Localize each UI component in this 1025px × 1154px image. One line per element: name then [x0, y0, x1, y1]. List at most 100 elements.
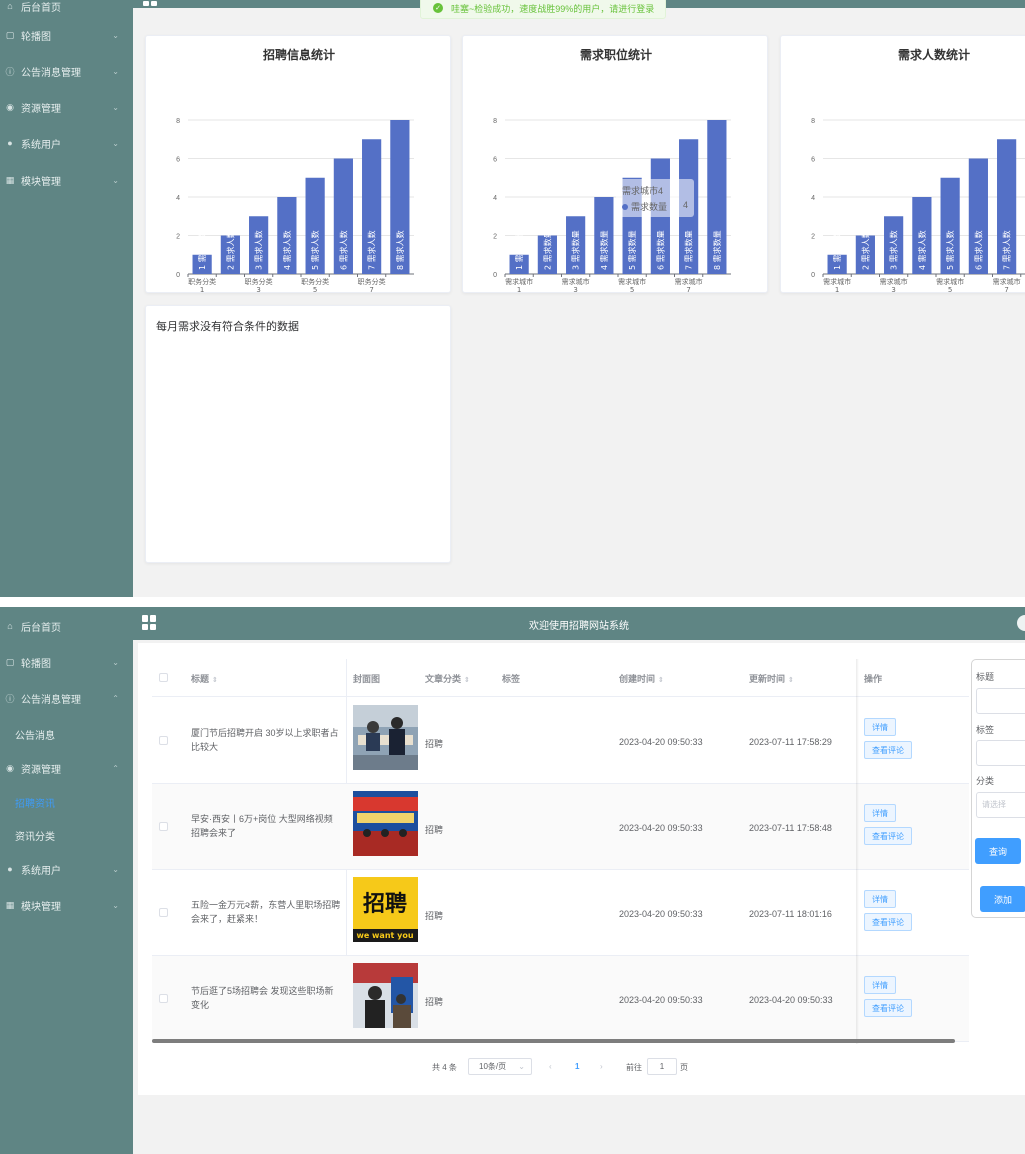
sidebar-item-carousel[interactable]: ▢ 轮播图 ⌄	[0, 17, 133, 53]
col-title-header[interactable]: 标题 ⇕	[191, 672, 218, 685]
detail-button[interactable]: 详情	[864, 718, 896, 736]
empty-data-message: 每月需求没有符合条件的数据	[156, 321, 299, 333]
add-button[interactable]: 添加	[980, 886, 1025, 912]
sort-icon[interactable]: ⇕	[212, 677, 218, 684]
bar-data-label: 6 需求数量	[655, 230, 665, 270]
x-tick-label: 需求城市 1	[823, 277, 851, 294]
detail-button[interactable]: 详情	[864, 804, 896, 822]
grid-icon: ▦	[5, 899, 15, 910]
chart-positions: 需求职位统计 0 2 4 6 8 1 需求数量 2 需求数量 3 需求数量 4 需求数量 5 需求数…	[493, 47, 731, 294]
view-comments-button[interactable]: 查看评论	[864, 827, 912, 845]
row-created: 2023-04-20 09:50:33	[619, 737, 703, 747]
sidebar-item-modules[interactable]: ▦ 模块管理 ⌄	[0, 162, 133, 198]
page-size-select[interactable]: 10条/页 ⌄	[468, 1058, 532, 1075]
bar-data-label: 7 需求数量	[684, 230, 694, 270]
x-tick-label-line: 需求城市	[993, 277, 1021, 286]
search-tag-input[interactable]	[976, 740, 1025, 766]
sidebar-item-modules[interactable]: ▦ 模块管理 ⌄	[0, 887, 133, 923]
select-all-checkbox[interactable]	[159, 673, 168, 682]
current-page[interactable]: 1	[575, 1062, 579, 1071]
bar-data-label: 7 需求人数	[367, 230, 377, 270]
bar-data-label: 3 需求数量	[571, 230, 581, 270]
detail-button[interactable]: 详情	[864, 890, 896, 908]
x-tick-label-line: 需求城市	[505, 277, 533, 286]
sidebar-item-carousel[interactable]: ▢ 轮播图 ⌄	[0, 644, 133, 680]
detail-button[interactable]: 详情	[864, 976, 896, 994]
chart-title: 需求人数统计	[898, 47, 970, 62]
row-checkbox[interactable]	[159, 822, 168, 831]
search-category-select[interactable]: 请选择	[976, 792, 1025, 818]
chart-title: 招聘信息统计	[263, 47, 335, 62]
tooltip-title: 需求城市4	[622, 186, 664, 196]
sidebar-subitem-notice-messages[interactable]: 公告消息	[0, 716, 133, 752]
row-title: 厦门节后招聘开启 30岁以上求职者占比较大	[191, 728, 339, 752]
x-tick-label-line: 7	[686, 286, 690, 294]
sidebar-item-users[interactable]: ● 系统用户 ⌄	[0, 125, 133, 161]
menu-toggle-icon[interactable]	[143, 0, 157, 6]
search-title-input[interactable]	[976, 688, 1025, 714]
table-row[interactable]: 节后逛了5场招聘会 发现这些职场新变化 招聘 2023-04-20 09:50:…	[152, 956, 969, 1042]
view-comments-button[interactable]: 查看评论	[864, 741, 912, 759]
top-bar: 欢迎使用招聘网站系统	[133, 607, 1025, 640]
sidebar-item-home[interactable]: ⌂ 后台首页	[0, 608, 133, 644]
cover-big-text: 招聘	[363, 892, 407, 917]
horizontal-scrollbar[interactable]	[152, 1039, 955, 1043]
query-button[interactable]: 查询	[975, 838, 1021, 864]
goto-label: 前往	[626, 1063, 642, 1072]
sort-icon[interactable]: ⇕	[658, 677, 664, 684]
info-icon: ⓘ	[5, 693, 15, 704]
sidebar-item-label: 后台首页	[21, 2, 61, 14]
chart-title: 需求职位统计	[580, 47, 652, 62]
sidebar-subitem-news-category[interactable]: 资讯分类	[0, 817, 133, 853]
view-comments-button[interactable]: 查看评论	[864, 999, 912, 1017]
table-row[interactable]: 五险一金万元૨薪，东营人里职场招聘会来了，赶紧来！ 招聘 we want you…	[152, 870, 969, 956]
x-tick-label: 需求城市 3	[880, 277, 908, 294]
table-row[interactable]: 早安·西安丨6万+岗位 大型网络视频招聘会来了 招聘 2023-04-20 09…	[152, 784, 969, 870]
user-icon: ●	[7, 138, 13, 148]
sidebar-item-notice[interactable]: ⓘ 公告消息管理 ⌄	[0, 53, 133, 89]
sidebar-item-users[interactable]: ● 系统用户 ⌄	[0, 851, 133, 887]
chart-recruit: 招聘信息统计 0 2 4 6 8 1 需求人数 2 需求人数 3 需求人数 4 需求人数 5 需求人…	[176, 47, 414, 294]
toast-message: 哇塞~检验成功，速度战胜99%的用户，请进行登录	[451, 3, 655, 14]
table-row[interactable]: 厦门节后招聘开启 30岁以上求职者占比较大 招聘 2023-04-20 09:5…	[152, 698, 969, 784]
sidebar-item-resources[interactable]: ◉ 资源管理 ⌄	[0, 89, 133, 125]
y-tick-label: 4	[493, 195, 497, 202]
search-tag-label: 标签	[976, 725, 995, 735]
x-tick-label-line: 1	[200, 286, 204, 294]
chart-card-positions: 需求职位统计 0 2 4 6 8 1 需求数量 2 需求数量 3 需求数量 4 需求数量 5 需求数…	[462, 35, 768, 294]
next-page-icon[interactable]: ›	[600, 1062, 603, 1071]
row-checkbox[interactable]	[159, 994, 168, 1003]
article-list-screenshot: ⌂ 后台首页 ▢ 轮播图 ⌄ ⓘ 公告消息管理 ⌃ 公告消息 ◉ 资源管理 ⌃ …	[0, 607, 1025, 1154]
col-created-header[interactable]: 创建时间 ⇕	[619, 672, 664, 685]
sort-icon[interactable]: ⇕	[464, 677, 470, 684]
x-tick-label: 职务分类 3	[245, 277, 273, 294]
sort-icon[interactable]: ⇕	[788, 677, 794, 684]
header-label: 文章分类	[425, 674, 462, 684]
image-icon: ▢	[5, 29, 15, 40]
sidebar-item-label: 公告消息	[15, 730, 55, 742]
row-checkbox[interactable]	[159, 736, 168, 745]
sidebar: ⌂ 后台首页 ▢ 轮播图 ⌄ ⓘ 公告消息管理 ⌄ ◉ 资源管理 ⌄ ● 系统用…	[0, 0, 133, 597]
col-category-header[interactable]: 文章分类 ⇕	[425, 672, 470, 685]
sidebar-subitem-recruit-news[interactable]: 招聘资讯	[0, 784, 133, 820]
row-updated: 2023-07-11 18:01:16	[749, 909, 832, 919]
bar-data-label: 4 需求人数	[282, 230, 292, 270]
x-tick-label-line: 5	[948, 286, 952, 294]
x-tick-label-line: 职务分类	[301, 277, 329, 286]
prev-page-icon[interactable]: ‹	[549, 1062, 552, 1071]
sidebar-item-resources[interactable]: ◉ 资源管理 ⌃	[0, 750, 133, 786]
x-tick-label-line: 职务分类	[358, 277, 386, 286]
row-checkbox[interactable]	[159, 908, 168, 917]
image-icon: ▢	[5, 656, 15, 667]
chevron-down-icon: ⌄	[112, 102, 119, 112]
goto-page-input[interactable]: 1	[647, 1058, 677, 1075]
col-updated-header[interactable]: 更新时间 ⇕	[749, 672, 794, 685]
row-created: 2023-04-20 09:50:33	[619, 823, 703, 833]
view-comments-button[interactable]: 查看评论	[864, 913, 912, 931]
x-tick-label: 需求城市 7	[675, 277, 703, 294]
x-tick-label-line: 需求城市	[562, 277, 590, 286]
chevron-down-icon: ⌄	[112, 30, 119, 40]
sidebar-item-notice[interactable]: ⓘ 公告消息管理 ⌃	[0, 680, 133, 716]
y-tick-label: 6	[493, 157, 497, 164]
bar-data-label: 5 需求人数	[310, 230, 320, 270]
